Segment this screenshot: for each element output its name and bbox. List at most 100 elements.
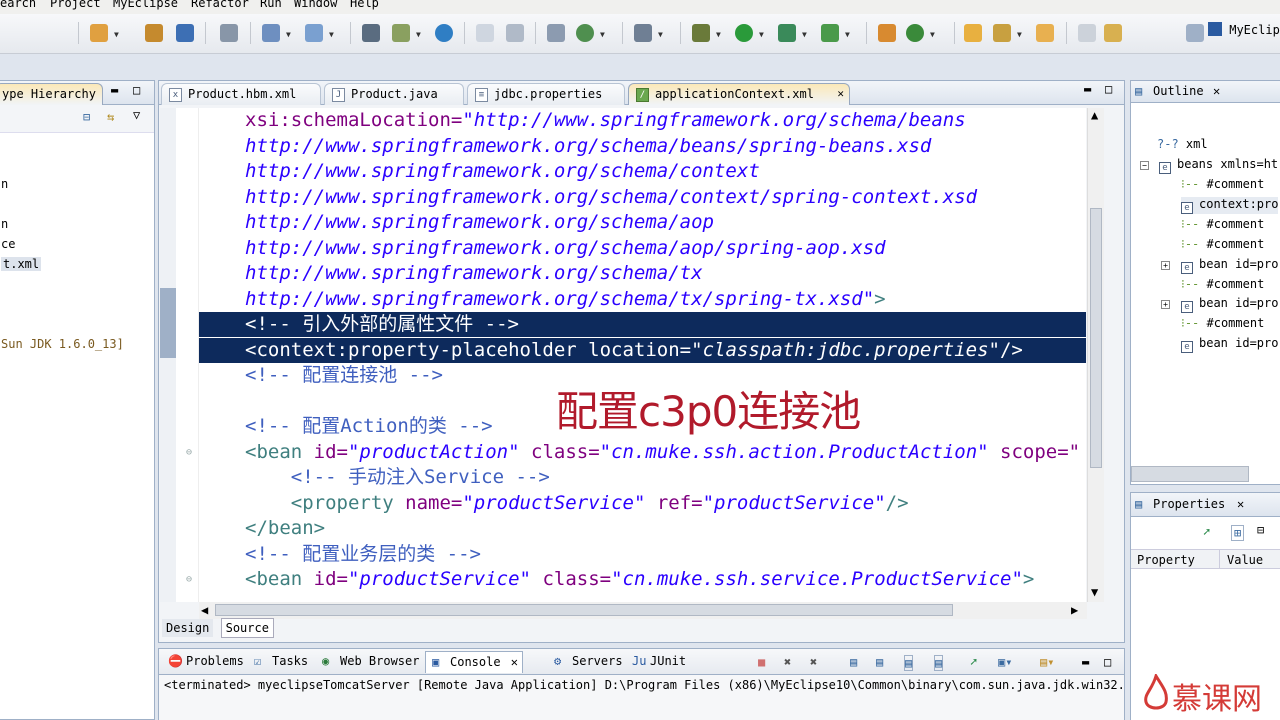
code-line[interactable]: xsi:schemaLocation="http://www.springfra… <box>199 108 1086 133</box>
pin-icon[interactable]: ➚ <box>1203 525 1210 539</box>
expand-icon[interactable]: + <box>1161 300 1170 309</box>
menu-window[interactable]: Window <box>294 0 337 10</box>
tab-tasks[interactable]: ☑ Tasks <box>248 651 314 673</box>
clear-console-icon[interactable]: ▤ <box>850 655 857 669</box>
open-console-icon[interactable]: ▤▾ <box>1040 655 1054 669</box>
new-icon[interactable] <box>90 24 108 42</box>
view-menu-icon[interactable]: ▽ <box>133 108 140 122</box>
chevron-down-icon[interactable]: ▼ <box>716 30 721 39</box>
maximize-icon[interactable]: □ <box>133 83 140 97</box>
menu-run[interactable]: Run <box>260 0 282 10</box>
new-web-icon[interactable] <box>547 24 565 42</box>
outline-item-selected[interactable]: e context:pro <box>1181 197 1279 214</box>
link-editor-icon[interactable]: ⇆ <box>107 110 114 124</box>
tab-type-hierarchy[interactable]: ype Hierarchy <box>0 83 103 105</box>
maximize-icon[interactable]: □ <box>1104 655 1111 669</box>
code-line[interactable]: http://www.springframework.org/schema/tx <box>199 261 1086 286</box>
tree-item[interactable]: ce <box>1 237 15 251</box>
tab-junit[interactable]: Ju JUnit <box>626 651 692 673</box>
run-icon[interactable] <box>735 24 753 42</box>
scroll-down-icon[interactable]: ▼ <box>1091 585 1098 599</box>
bug-icon[interactable] <box>692 24 710 42</box>
fold-marker-icon[interactable]: ⊖ <box>186 574 192 585</box>
outline-item[interactable]: ⁝-- #comment <box>1181 217 1264 231</box>
scroll-thumb[interactable] <box>215 604 953 616</box>
code-line[interactable]: <!-- 配置业务层的类 --> <box>199 542 1086 567</box>
menu-project[interactable]: Project <box>50 0 101 10</box>
tab-console[interactable]: ▣ Console ✕ <box>425 651 523 673</box>
outline-title[interactable]: Outline <box>1153 84 1204 98</box>
tree-item-jdk[interactable]: Sun JDK 1.6.0_13] <box>1 337 124 351</box>
close-icon[interactable]: ✕ <box>1237 497 1244 511</box>
code-line[interactable]: <property name="productService" ref="pro… <box>199 491 1086 516</box>
tab-web-browser[interactable]: ◉ Web Browser <box>316 651 425 673</box>
open-type-icon[interactable] <box>362 24 380 42</box>
chevron-down-icon[interactable]: ▼ <box>286 30 291 39</box>
close-icon[interactable]: ✕ <box>1213 84 1220 98</box>
scroll-thumb[interactable] <box>1090 208 1102 468</box>
new-package-icon[interactable] <box>906 24 924 42</box>
server-icon[interactable] <box>220 24 238 42</box>
chevron-down-icon[interactable]: ▼ <box>114 30 119 39</box>
code-line[interactable]: http://www.springframework.org/schema/co… <box>199 159 1086 184</box>
advanced-icon[interactable]: ⊟ <box>1257 523 1264 537</box>
scroll-right-icon[interactable]: ▶ <box>1071 603 1078 617</box>
collapse-all-icon[interactable]: ⊟ <box>83 110 90 124</box>
chevron-down-icon[interactable]: ▼ <box>845 30 850 39</box>
terminate-icon[interactable]: ■ <box>758 655 765 669</box>
menu-help[interactable]: Help <box>350 0 379 10</box>
code-line[interactable]: http://www.springframework.org/schema/ao… <box>199 236 1086 261</box>
chevron-down-icon[interactable]: ▼ <box>802 30 807 39</box>
close-icon[interactable]: ✕ <box>511 655 518 669</box>
wand-icon[interactable] <box>993 24 1011 42</box>
source-code-view[interactable]: xsi:schemaLocation="http://www.springfra… <box>199 108 1086 602</box>
pin-console-icon[interactable]: ➚ <box>970 655 977 669</box>
tree-item-selected[interactable]: t.xml <box>1 257 42 271</box>
tab-servers[interactable]: ⚙ Servers <box>548 651 629 673</box>
editor-vertical-scrollbar[interactable]: ▲ ▼ <box>1087 108 1104 602</box>
display-console-icon[interactable]: ▣▾ <box>998 655 1012 669</box>
minimize-icon[interactable]: ▬ <box>1084 82 1091 96</box>
show-on-error-icon[interactable]: ▤ <box>934 655 944 671</box>
value-column-header[interactable]: Value <box>1227 553 1263 567</box>
minimize-icon[interactable]: ▬ <box>1082 655 1089 669</box>
deploy-icon[interactable] <box>176 24 194 42</box>
menu-refactor[interactable]: Refactor <box>191 0 249 10</box>
debug-config-icon[interactable] <box>262 24 280 42</box>
close-icon[interactable]: ✕ <box>837 87 844 100</box>
outline-item[interactable]: e bean id=pro <box>1181 296 1278 313</box>
outline-item[interactable]: e beans xmlns=ht <box>1159 157 1278 174</box>
external-tools-icon[interactable] <box>821 24 839 42</box>
code-line[interactable]: http://www.springframework.org/schema/be… <box>199 134 1086 159</box>
forward-icon[interactable] <box>506 24 524 42</box>
outline-horizontal-scrollbar[interactable] <box>1131 466 1249 482</box>
tab-jdbc-properties[interactable]: ≡ jdbc.properties <box>467 83 625 105</box>
categories-icon[interactable]: ⊞ <box>1231 525 1245 541</box>
code-line[interactable]: http://www.springframework.org/schema/co… <box>199 185 1086 210</box>
new-class-icon[interactable] <box>878 24 896 42</box>
tab-product-hbm-xml[interactable]: x Product.hbm.xml <box>161 83 321 105</box>
outline-item[interactable]: ⁝-- #comment <box>1181 237 1264 251</box>
task-icon[interactable] <box>1104 24 1122 42</box>
chevron-down-icon[interactable]: ▼ <box>600 30 605 39</box>
expand-icon[interactable]: + <box>1161 261 1170 270</box>
editor-horizontal-scrollbar[interactable]: ◀ ▶ <box>199 602 1087 619</box>
outline-item[interactable]: ?-? xml <box>1157 137 1208 151</box>
tab-applicationcontext-xml[interactable]: / applicationContext.xml ✕ <box>628 83 850 105</box>
screenshot-icon[interactable] <box>634 24 652 42</box>
minimize-icon[interactable]: ▬ <box>111 83 118 97</box>
property-column-header[interactable]: Property <box>1137 553 1195 567</box>
tree-item[interactable]: n <box>1 217 8 231</box>
tree-item[interactable]: n <box>1 177 8 191</box>
tab-problems[interactable]: ⛔ Problems <box>162 651 250 673</box>
properties-title[interactable]: Properties <box>1153 497 1225 511</box>
package-icon[interactable] <box>145 24 163 42</box>
outline-item[interactable]: ⁝-- #comment <box>1181 316 1264 330</box>
open-folder-icon[interactable] <box>964 24 982 42</box>
scroll-left-icon[interactable]: ◀ <box>201 603 208 617</box>
perspective-switcher[interactable]: MyEclip <box>1208 22 1280 48</box>
code-line[interactable]: <!-- 手动注入Service --> <box>199 465 1086 490</box>
chevron-down-icon[interactable]: ▼ <box>416 30 421 39</box>
outline-item[interactable]: ⁝-- #comment <box>1181 277 1264 291</box>
chevron-down-icon[interactable]: ▼ <box>329 30 334 39</box>
